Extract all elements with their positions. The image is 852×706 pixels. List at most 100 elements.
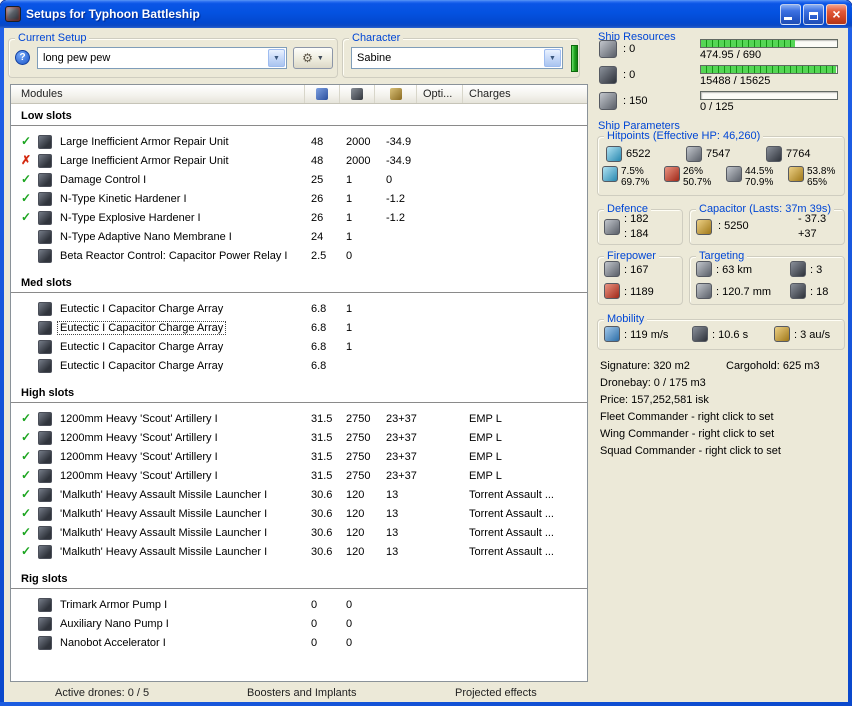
module-row[interactable]: Nanobot Accelerator I 0 0 xyxy=(11,634,587,653)
module-row[interactable]: ✓ 1200mm Heavy 'Scout' Artillery I 31.5 275… xyxy=(11,429,587,448)
capacitor-drain: - 37.3 xyxy=(798,213,827,225)
module-cpu-value: 30.6 xyxy=(311,527,333,539)
hitpoints-title: Hitpoints (Effective HP: 46,260) xyxy=(604,130,764,142)
slot-section-title: High slots xyxy=(11,387,587,403)
defence-group: Defence : 182 : 184 xyxy=(597,203,683,245)
module-row[interactable]: Eutectic I Capacitor Charge Array 6.8 1 xyxy=(11,319,587,338)
boosters-implants-label[interactable]: Boosters and Implants xyxy=(247,687,356,699)
column-optimal[interactable]: Opti... xyxy=(417,85,463,103)
module-charge-name: Torrent Assault ... xyxy=(469,546,554,558)
titlebar[interactable]: Setups for Typhoon Battleship × xyxy=(0,0,852,28)
chevron-down-icon[interactable]: ▼ xyxy=(268,49,285,67)
module-row[interactable]: Eutectic I Capacitor Charge Array 6.8 xyxy=(11,357,587,376)
module-secondary-value: 2750 xyxy=(346,470,371,482)
thermal-resists: 26% 50.7% xyxy=(664,166,711,188)
window-frame-bottom xyxy=(0,702,852,706)
module-type-icon xyxy=(38,488,52,502)
module-name: 1200mm Heavy 'Scout' Artillery I xyxy=(60,470,218,482)
module-row[interactable]: N-Type Adaptive Nano Membrane I 24 1 xyxy=(11,228,587,247)
module-row[interactable]: ✓ Large Inefficient Armor Repair Unit 48 20… xyxy=(11,133,587,152)
module-row[interactable]: ✓ N-Type Kinetic Hardener I 26 1 -1.2 xyxy=(11,190,587,209)
scan-resolution-value: : 120.7 mm xyxy=(716,286,772,298)
armor-hp: 7547 xyxy=(686,146,730,162)
cargohold-label: Cargohold: 625 m3 xyxy=(726,360,820,372)
active-drones-label[interactable]: Active drones: 0 / 5 xyxy=(55,687,149,699)
column-cpu[interactable] xyxy=(305,85,340,103)
max-velocity-value: : 119 m/s xyxy=(624,329,669,341)
module-cpu-value: 6.8 xyxy=(311,360,327,372)
module-type-icon xyxy=(38,135,52,149)
module-secondary-value: 2750 xyxy=(346,413,371,425)
module-row[interactable]: Eutectic I Capacitor Charge Array 6.8 1 xyxy=(11,338,587,357)
setup-tools-button[interactable]: ⚙ ▼ xyxy=(293,47,333,69)
module-row[interactable]: ✓ 'Malkuth' Heavy Assault Missile Launche… xyxy=(11,486,587,505)
wing-commander-label[interactable]: Wing Commander - right click to set xyxy=(600,428,774,440)
module-cpu-value: 30.6 xyxy=(311,489,333,501)
module-online-icon: ✓ xyxy=(21,506,32,520)
module-cpu-value: 31.5 xyxy=(311,470,333,482)
squad-commander-label[interactable]: Squad Commander - right click to set xyxy=(600,445,781,457)
fleet-commander-label[interactable]: Fleet Commander - right click to set xyxy=(600,411,774,423)
module-cpu-value: 31.5 xyxy=(311,432,333,444)
module-charge-name: EMP L xyxy=(469,413,502,425)
eft-window: Setups for Typhoon Battleship × Current … xyxy=(0,0,852,706)
module-row[interactable]: ✓ 1200mm Heavy 'Scout' Artillery I 31.5 275… xyxy=(11,410,587,429)
module-secondary-value: 0 xyxy=(346,618,353,630)
cpu-bar xyxy=(700,39,838,48)
module-cap-value: -1.2 xyxy=(386,193,405,205)
setup-select[interactable]: long pew pew ▼ xyxy=(37,47,287,69)
module-cpu-value: 31.5 xyxy=(311,451,333,463)
module-name: Eutectic I Capacitor Charge Array xyxy=(60,341,224,353)
projected-effects-label[interactable]: Projected effects xyxy=(455,687,537,699)
column-charges[interactable]: Charges xyxy=(463,85,587,103)
module-row[interactable]: ✓ 'Malkuth' Heavy Assault Missile Launche… xyxy=(11,505,587,524)
chevron-down-icon[interactable]: ▼ xyxy=(544,49,561,67)
module-secondary-value: 1 xyxy=(346,231,353,243)
column-powergrid[interactable] xyxy=(340,85,375,103)
module-row[interactable]: ✓ Damage Control I 25 1 0 xyxy=(11,171,587,190)
minimize-button[interactable] xyxy=(780,3,801,25)
module-row[interactable]: ✓ 'Malkuth' Heavy Assault Missile Launche… xyxy=(11,543,587,562)
hitpoints-group: Hitpoints (Effective HP: 46,260) 6522 75… xyxy=(597,130,845,196)
module-type-icon xyxy=(38,431,52,445)
module-row[interactable]: Auxiliary Nano Pump I 0 0 xyxy=(11,615,587,634)
module-name: Nanobot Accelerator I xyxy=(60,637,166,649)
module-type-icon xyxy=(38,450,52,464)
module-row[interactable]: ✗ Large Inefficient Armor Repair Unit 48 20… xyxy=(11,152,587,171)
explosive-resists: 53.8% 65% xyxy=(788,166,835,188)
maximize-button[interactable] xyxy=(803,3,824,25)
close-button[interactable]: × xyxy=(826,3,847,25)
module-name: 1200mm Heavy 'Scout' Artillery I xyxy=(60,451,218,463)
targeting-group: Targeting : 63 km : 3 : 120.7 mm : 18 xyxy=(689,250,845,305)
module-row[interactable]: Trimark Armor Pump I 0 0 xyxy=(11,596,587,615)
slot-section-title: Low slots xyxy=(11,110,587,126)
character-select[interactable]: Sabine ▼ xyxy=(351,47,563,69)
module-row[interactable]: Eutectic I Capacitor Charge Array 6.8 1 xyxy=(11,300,587,319)
module-secondary-value: 0 xyxy=(346,250,353,262)
module-row[interactable]: ✓ 1200mm Heavy 'Scout' Artillery I 31.5 275… xyxy=(11,467,587,486)
module-row[interactable]: ✓ 'Malkuth' Heavy Assault Missile Launche… xyxy=(11,524,587,543)
module-type-icon xyxy=(38,526,52,540)
help-icon[interactable]: ? xyxy=(15,50,30,65)
module-name: Eutectic I Capacitor Charge Array xyxy=(56,321,227,335)
module-row[interactable]: ✓ N-Type Explosive Hardener I 26 1 -1.2 xyxy=(11,209,587,228)
module-row[interactable]: Beta Reactor Control: Capacitor Power Re… xyxy=(11,247,587,266)
drone-bandwidth-bar xyxy=(700,91,838,100)
module-online-icon: ✓ xyxy=(21,449,32,463)
resource-row-launchers: : 0 15488 / 15625 xyxy=(599,65,845,89)
module-name: Beta Reactor Control: Capacitor Power Re… xyxy=(60,250,288,262)
max-targets-icon xyxy=(790,261,806,277)
armor-icon xyxy=(686,146,702,162)
column-capacitor[interactable] xyxy=(375,85,417,103)
module-online-icon: ✓ xyxy=(21,172,32,186)
column-modules[interactable]: Modules xyxy=(11,85,305,103)
scan-resolution-icon xyxy=(696,283,712,299)
calibration-value: : 150 xyxy=(623,95,648,107)
modules-panel: Modules Opti... Charges Low slots ✓ Large … xyxy=(10,84,588,682)
character-skill-status-indicator xyxy=(571,45,578,72)
module-charge-name: EMP L xyxy=(469,470,502,482)
module-row[interactable]: ✓ 1200mm Heavy 'Scout' Artillery I 31.5 275… xyxy=(11,448,587,467)
module-type-icon xyxy=(38,249,52,263)
module-type-icon xyxy=(38,321,52,335)
module-cpu-value: 26 xyxy=(311,193,324,205)
